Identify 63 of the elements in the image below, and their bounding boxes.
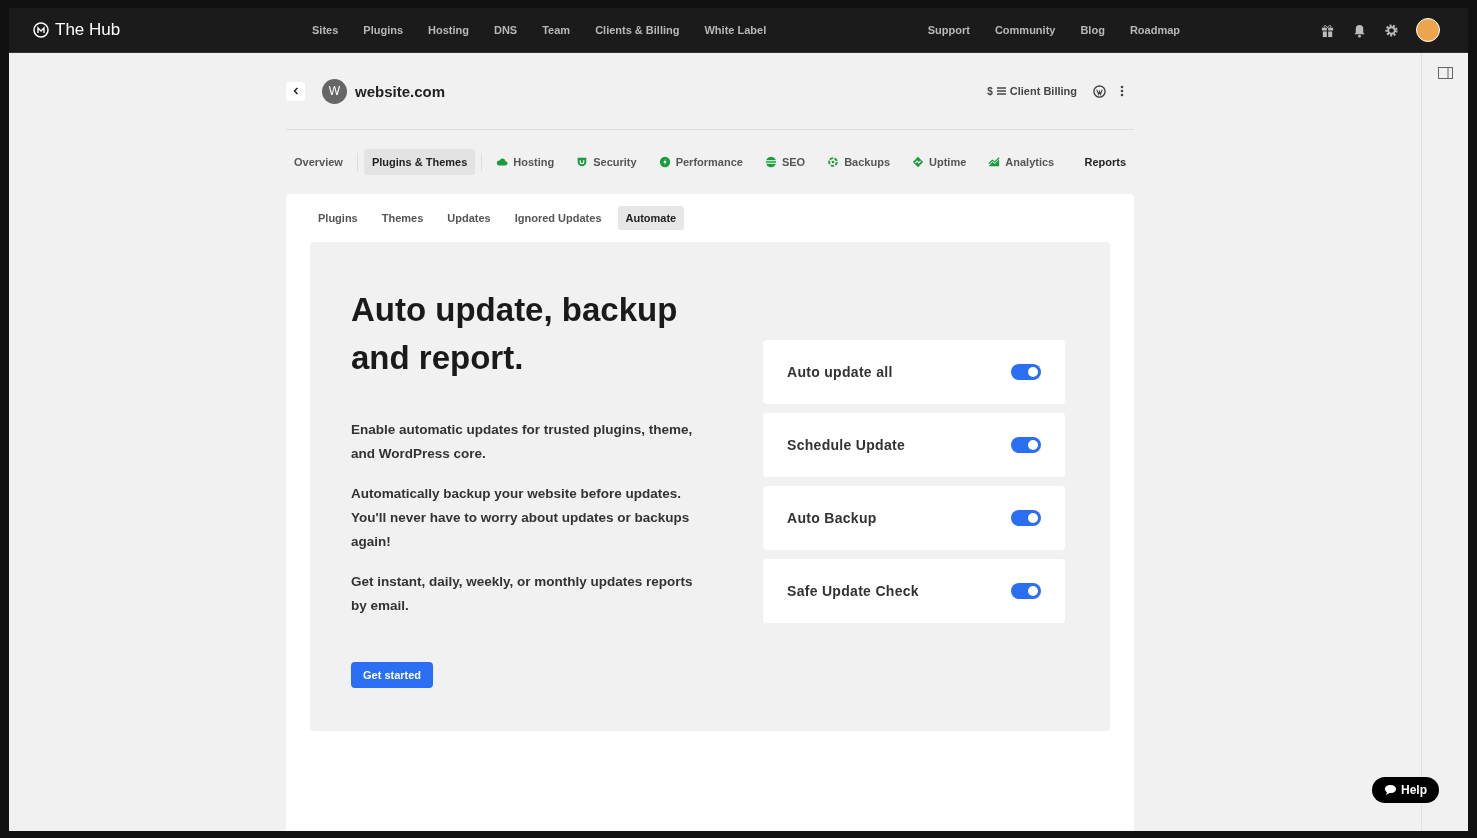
section-tab[interactable]: SEO: [756, 149, 814, 175]
section-tab[interactable]: Reports: [1076, 149, 1134, 175]
shield-icon: [576, 156, 589, 168]
nav-link[interactable]: Team: [542, 24, 571, 36]
logo-icon: [33, 22, 49, 38]
brand-name: The Hub: [55, 20, 121, 40]
bolt-icon: [658, 156, 671, 168]
toggle-switch[interactable]: [1011, 510, 1041, 526]
get-started-button[interactable]: Get started: [351, 662, 434, 688]
gift-icon[interactable]: [1320, 22, 1335, 38]
wordpress-icon[interactable]: [1093, 84, 1106, 98]
nav-link[interactable]: Roadmap: [1129, 24, 1180, 36]
panel-toggle-icon[interactable]: [1437, 67, 1453, 79]
section-tab[interactable]: Uptime: [904, 149, 975, 175]
nav-link[interactable]: Blog: [1080, 24, 1105, 36]
nav-link[interactable]: Community: [994, 24, 1056, 36]
sub-tab[interactable]: Themes: [373, 206, 432, 230]
nav-link[interactable]: DNS: [494, 24, 518, 36]
backup-icon: [827, 156, 840, 168]
section-tab[interactable]: Overview: [286, 149, 351, 175]
toggle-label: Schedule Update: [787, 437, 906, 453]
toggle-label: Auto Backup: [787, 510, 877, 526]
nav-link[interactable]: Support: [927, 24, 970, 36]
more-icon[interactable]: [1120, 85, 1124, 97]
chevron-left-icon: [292, 87, 299, 95]
nav-link[interactable]: Clients & Billing: [595, 24, 680, 36]
cloud-icon: [496, 156, 509, 168]
sub-tab[interactable]: Updates: [439, 206, 499, 230]
sub-tab[interactable]: Ignored Updates: [506, 206, 610, 230]
nav-link[interactable]: White Label: [704, 24, 767, 36]
promo-paragraph: Automatically backup your website before updates. You'll never have to worry about updates or backups again!: [351, 485, 691, 551]
sub-tab[interactable]: Plugins: [310, 206, 366, 230]
avatar[interactable]: [1416, 18, 1440, 42]
toggle-label: Safe Update Check: [787, 583, 919, 599]
sub-tab[interactable]: Automate: [617, 206, 685, 230]
nav-link[interactable]: Plugins: [363, 24, 404, 36]
settings-icon[interactable]: [1384, 22, 1399, 38]
toggle-label: Auto update all: [787, 364, 893, 380]
bell-icon[interactable]: [1352, 22, 1367, 38]
chat-bubble-icon: [1384, 784, 1397, 796]
toggle-switch[interactable]: [1011, 437, 1041, 453]
chart-icon: [988, 156, 1001, 168]
list-icon: [996, 87, 1006, 95]
section-tab[interactable]: Performance: [650, 149, 751, 175]
toggle-switch[interactable]: [1011, 364, 1041, 380]
section-tab[interactable]: Security: [568, 149, 645, 175]
promo-heading: Auto update, backup and report.: [351, 290, 679, 378]
section-tab[interactable]: Plugins & Themes: [363, 149, 476, 175]
stack-icon: [764, 156, 777, 168]
section-tab[interactable]: Hosting: [488, 149, 563, 175]
site-name: website.com: [355, 82, 447, 100]
site-avatar: W: [322, 78, 347, 104]
section-tab[interactable]: Backups: [819, 149, 898, 175]
toggle-switch[interactable]: [1011, 583, 1041, 599]
client-billing-link[interactable]: $ Client Billing: [987, 85, 1077, 97]
help-button[interactable]: Help: [1372, 777, 1439, 803]
promo-paragraph: Enable automatic updates for trusted plugins, theme, and WordPress core.: [351, 421, 694, 463]
promo-paragraph: Get instant, daily, weekly, or monthly updates reports by email.: [351, 573, 694, 615]
back-button[interactable]: [286, 81, 305, 101]
uptime-icon: [912, 156, 924, 168]
nav-link[interactable]: Sites: [312, 24, 339, 36]
section-tab[interactable]: Analytics: [980, 149, 1063, 175]
nav-link[interactable]: Hosting: [428, 24, 469, 36]
